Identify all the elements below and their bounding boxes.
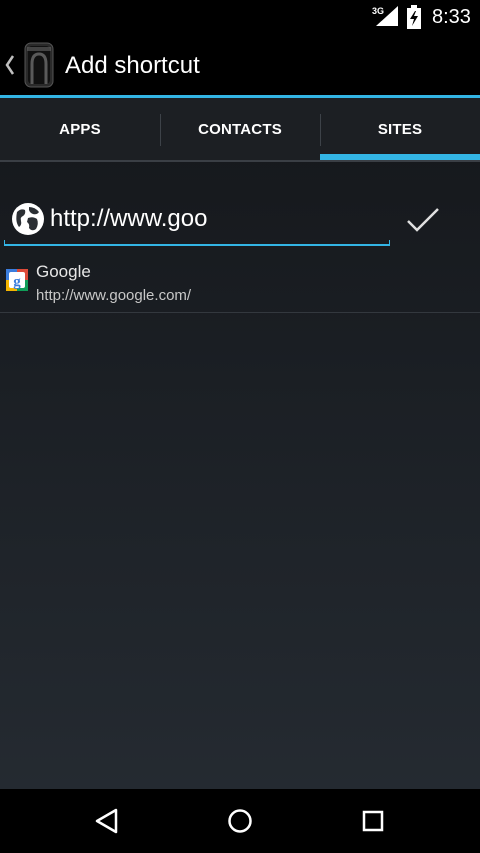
page-title: Add shortcut (65, 52, 200, 79)
checkmark-icon (407, 208, 439, 232)
suggestion-item[interactable]: g Google http://www.google.com/ (0, 258, 480, 312)
back-icon (95, 808, 118, 834)
google-favicon-icon: g (6, 269, 28, 291)
screen: 3G 8:33 Add shortcut APPS CONTACTS SITES… (0, 0, 480, 853)
tab-contacts[interactable]: CONTACTS (160, 98, 320, 161)
action-bar[interactable]: Add shortcut (0, 34, 480, 96)
recents-icon (362, 810, 384, 832)
tab-apps[interactable]: APPS (0, 98, 160, 161)
tab-sites-label: SITES (377, 121, 423, 138)
signal-3g-icon: 3G (372, 6, 398, 26)
url-field-container (4, 196, 390, 246)
battery-charging-icon (407, 5, 421, 29)
launcher-app-icon (24, 42, 54, 88)
globe-icon (12, 203, 44, 235)
suggestion-url: http://www.google.com/ (36, 287, 192, 304)
navigation-bar (0, 789, 480, 853)
url-input[interactable] (50, 200, 386, 238)
network-type-label: 3G (372, 6, 384, 16)
status-clock: 8:33 (432, 6, 471, 28)
recents-button[interactable] (353, 803, 393, 839)
tab-contacts-label: CONTACTS (198, 121, 282, 138)
tab-bar-divider (0, 160, 480, 162)
confirm-button[interactable] (400, 198, 446, 242)
url-input-underline (4, 240, 390, 246)
home-icon (228, 809, 252, 833)
suggestion-divider (0, 312, 480, 313)
svg-text:g: g (13, 274, 21, 290)
tab-sites[interactable]: SITES (320, 98, 480, 161)
tab-bar: APPS CONTACTS SITES (0, 98, 480, 161)
home-button[interactable] (220, 803, 260, 839)
back-button[interactable] (87, 803, 127, 839)
chevron-left-icon[interactable] (3, 53, 17, 77)
status-bar: 3G 8:33 (0, 0, 480, 34)
tab-apps-label: APPS (59, 121, 101, 138)
suggestion-title: Google (36, 262, 91, 281)
